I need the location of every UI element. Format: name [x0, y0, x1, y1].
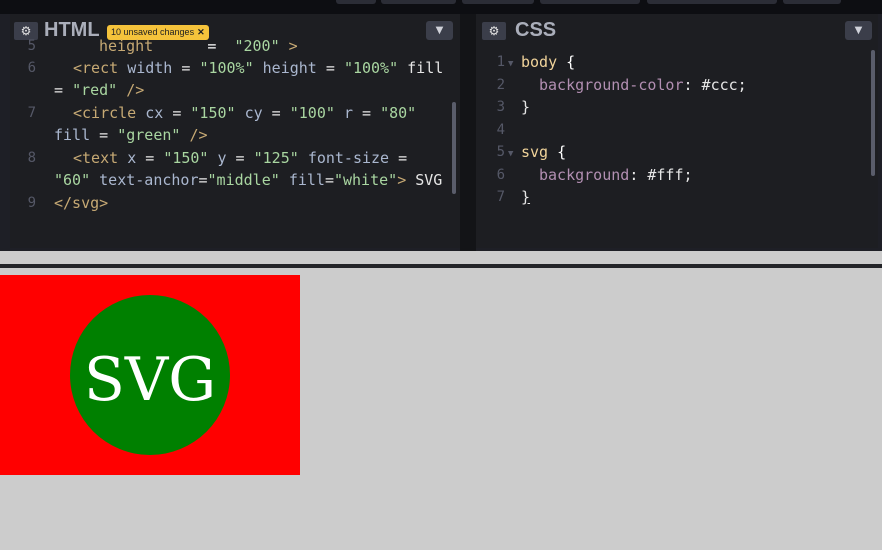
svg-text: SVG: [84, 345, 216, 415]
css-scrollbar[interactable]: [871, 50, 875, 176]
code-line-8a: <text x = "150" y = "125" font-size =: [73, 149, 408, 167]
css-line-6: background: #fff;: [539, 166, 693, 184]
line-number: 4: [496, 122, 505, 138]
fold-arrow-icon[interactable]: ▼: [508, 143, 513, 166]
chevron-down-icon: ▼: [854, 25, 863, 36]
line-number: 5: [496, 144, 505, 160]
css-line-3: }: [521, 98, 531, 116]
line-number: 6: [27, 60, 36, 76]
code-line-9: </svg>: [54, 194, 109, 212]
line-number: 2: [496, 77, 505, 93]
css-line-7: }: [521, 188, 531, 206]
line-number: 8: [27, 150, 36, 166]
code-line-6a: <rect width = "100%" height = "100%" fil…: [73, 59, 444, 77]
toolbar-tab-stub[interactable]: [381, 0, 456, 4]
chevron-down-icon: ▼: [435, 25, 444, 36]
css-line-2: background-color: #ccc;: [539, 76, 747, 94]
code-line-7a: <circle cx = "150" cy = "100" r = "80": [73, 104, 417, 122]
html-pane-title: HTML: [44, 19, 100, 41]
html-editor-pane: ⚙ HTML 10 unsaved changes ✕ ▼ 5 height = …: [10, 14, 460, 248]
line-number: 6: [496, 167, 505, 183]
css-pane-title: CSS: [515, 19, 557, 41]
line-number: 5: [27, 38, 36, 54]
toolbar-tab-stub[interactable]: [462, 0, 534, 4]
code-line-7b: fill = "green" />: [54, 126, 208, 144]
html-scrollbar[interactable]: [452, 102, 456, 194]
toolbar-tab-stub[interactable]: [336, 0, 376, 4]
css-editor-pane: ⚙ CSS ▼ 1 ▼ body { 2 background-color: #…: [476, 14, 878, 248]
css-dropdown-button[interactable]: ▼: [845, 21, 872, 40]
pane-resize-handle[interactable]: [460, 14, 476, 251]
html-code-editor[interactable]: 5 height = "200" > 6 <rect width = "100%…: [10, 37, 460, 248]
css-line-1: body {: [521, 53, 576, 71]
line-number: 7: [27, 105, 36, 121]
toolbar-tab-stub[interactable]: [540, 0, 640, 4]
css-code-editor[interactable]: 1 ▼ body { 2 background-color: #ccc; 3 }…: [476, 48, 878, 248]
top-toolbar: [0, 0, 882, 14]
fold-arrow-icon[interactable]: ▼: [508, 53, 513, 76]
rendered-svg: SVG: [0, 275, 300, 475]
code-line-6b: = "red" />: [54, 81, 145, 99]
toolbar-tab-stub[interactable]: [783, 0, 841, 4]
line-number: 3: [496, 99, 505, 115]
css-line-5: svg {: [521, 143, 567, 161]
toolbar-tab-stub[interactable]: [647, 0, 777, 4]
line-number: 7: [496, 189, 505, 205]
html-dropdown-button[interactable]: ▼: [426, 21, 453, 40]
gear-icon[interactable]: ⚙: [482, 22, 506, 40]
line-number: 1: [496, 54, 505, 70]
code-line-8b: "60" text-anchor="middle" fill="white"> …: [54, 171, 443, 189]
code-line-5: height = "200" >: [99, 37, 298, 55]
css-pane-header: ⚙ CSS ▼: [476, 14, 878, 48]
line-number: 9: [27, 195, 36, 211]
